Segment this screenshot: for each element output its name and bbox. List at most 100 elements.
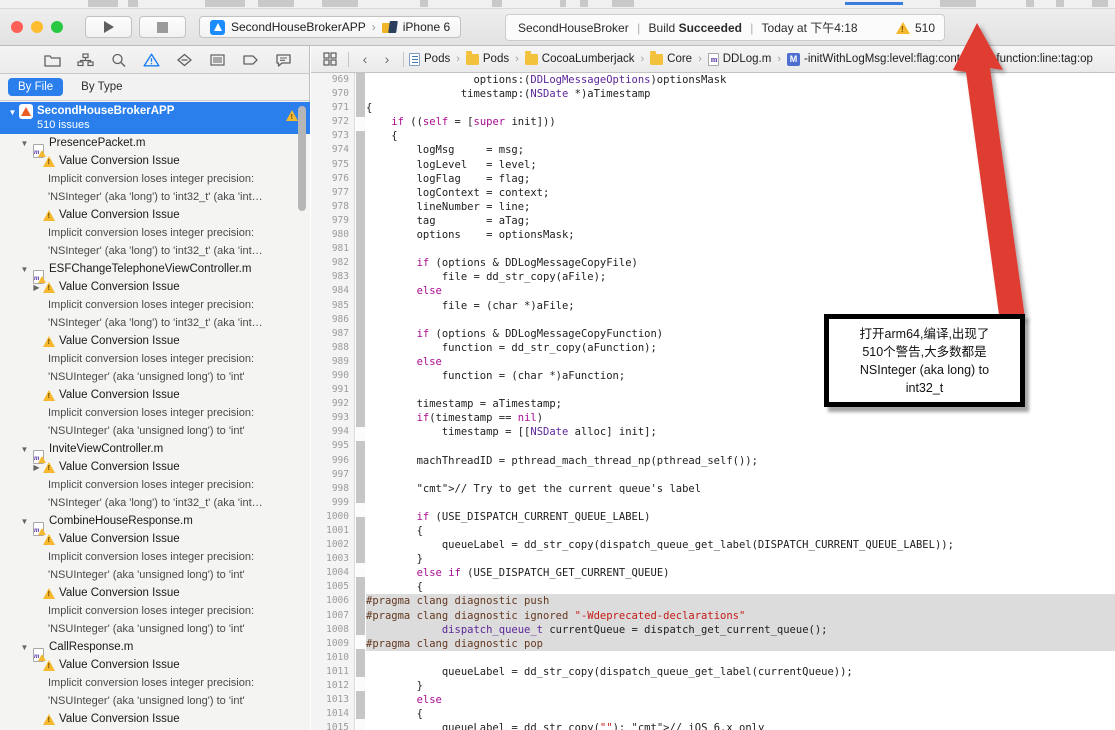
issue-title-label: Value Conversion Issue [59, 659, 180, 671]
related-items-icon[interactable] [317, 52, 343, 66]
warning-icon [43, 588, 55, 599]
tab-by-type[interactable]: By Type [71, 78, 132, 96]
annotation-line: 510个警告,大多数都是 [860, 343, 990, 361]
breakpoint-icon[interactable] [168, 48, 201, 72]
code-line [366, 439, 1115, 453]
app-scheme-icon [210, 20, 225, 35]
code-line: machThreadID = pthread_mach_thread_np(pt… [366, 454, 1115, 468]
issue-file-row[interactable]: mCombineHouseResponse.m [0, 512, 310, 530]
warning-icon[interactable] [135, 48, 168, 72]
issue-row[interactable]: Value Conversion Issue [0, 332, 310, 350]
tab-by-file[interactable]: By File [8, 78, 63, 96]
file-name-label: PresencePacket.m [49, 137, 146, 149]
issue-row[interactable]: Value Conversion Issue [0, 152, 310, 170]
issue-detail-line: Implicit conversion loses integer precis… [0, 296, 310, 314]
issue-row[interactable]: Value Conversion Issue [0, 278, 310, 296]
status-sep-1: | [632, 21, 645, 35]
breadcrumb-separator: › [640, 53, 644, 65]
run-button[interactable] [85, 16, 132, 38]
scheme-separator: › [372, 20, 376, 34]
breadcrumb-label: Core [667, 53, 692, 65]
breadcrumb-item[interactable]: Pods [409, 53, 450, 66]
code-line: queueLabel = dd_str_copy(dispatch_queue_… [366, 665, 1115, 679]
stop-icon [157, 22, 168, 33]
code-line: #pragma clang diagnostic pop [366, 637, 1115, 651]
issue-title-label: Value Conversion Issue [59, 281, 180, 293]
report-icon[interactable] [201, 48, 234, 72]
disclosure-triangle-icon[interactable] [18, 265, 31, 274]
warning-icon [43, 210, 55, 221]
disclosure-triangle-icon[interactable] [18, 517, 31, 526]
device-name: iPhone 6 [403, 20, 450, 34]
navigator-scrollbar[interactable] [298, 106, 306, 211]
issue-file-row[interactable]: mInviteViewController.m [0, 440, 310, 458]
stop-button[interactable] [139, 16, 186, 38]
code-line: { [366, 524, 1115, 538]
issue-detail-line: Implicit conversion loses integer precis… [0, 404, 310, 422]
issue-detail-line: 'NSInteger' (aka 'long') to 'int32_t' (a… [0, 188, 310, 206]
status-project: SecondHouseBroker [518, 21, 629, 35]
issue-file-row[interactable]: mESFChangeTelephoneViewController.m [0, 260, 310, 278]
issue-detail-line: 'NSInteger' (aka 'long') to 'int32_t' (a… [0, 242, 310, 260]
issue-detail-line: Implicit conversion loses integer precis… [0, 674, 310, 692]
breadcrumb-item[interactable]: Pods [466, 53, 509, 65]
status-build-state: Succeeded [679, 21, 742, 35]
code-line: } [366, 552, 1115, 566]
window-controls[interactable] [11, 21, 63, 33]
disclosure-triangle-icon[interactable] [18, 445, 31, 454]
issue-file-row[interactable]: mCallResponse.m [0, 638, 310, 656]
xcode-window: SecondHouseBrokerAPP › iPhone 6 SecondHo… [0, 0, 1115, 730]
warning-icon [43, 390, 55, 401]
issue-root-row[interactable]: SecondHouseBrokerAPP510 issues [0, 102, 310, 134]
navigate-forward-button[interactable]: › [376, 51, 398, 67]
breadcrumb-item[interactable]: CocoaLumberjack [525, 53, 635, 65]
annotation-arrow [930, 18, 1090, 328]
breadcrumb-item[interactable]: DDLog.m [708, 53, 772, 66]
issue-detail-line: Implicit conversion loses integer precis… [0, 170, 310, 188]
scheme-selector[interactable]: SecondHouseBrokerAPP › iPhone 6 [199, 16, 461, 38]
disclosure-triangle-icon[interactable] [18, 643, 31, 652]
method-icon: M [787, 53, 800, 66]
issue-title-label: Value Conversion Issue [59, 461, 180, 473]
issue-row[interactable]: Value Conversion Issue [0, 584, 310, 602]
search-icon[interactable] [102, 48, 135, 72]
issue-title-label: Value Conversion Issue [59, 389, 180, 401]
breadcrumb-label: DDLog.m [723, 53, 772, 65]
issue-detail-line: 'NSUInteger' (aka 'unsigned long') to 'i… [0, 422, 310, 440]
disclosure-triangle-icon[interactable] [6, 104, 19, 117]
folder-icon[interactable] [36, 48, 69, 72]
hierarchy-icon[interactable] [69, 48, 102, 72]
activity-status-bar[interactable]: SecondHouseBroker | Build Succeeded | To… [505, 14, 945, 41]
warning-icon [43, 336, 55, 347]
breadcrumb-separator: › [698, 53, 702, 65]
issue-row[interactable]: Value Conversion Issue [0, 206, 310, 224]
warning-icon [43, 282, 55, 293]
device-icon [382, 21, 397, 34]
zoom-button[interactable] [51, 21, 63, 33]
breadcrumb-label: Pods [424, 53, 450, 65]
navigate-back-button[interactable]: ‹ [354, 51, 376, 67]
issue-row[interactable]: Value Conversion Issue [0, 530, 310, 548]
navigator-pane: By File By Type SecondHouseBrokerAPP510 … [0, 46, 310, 730]
file-name-label: CallResponse.m [49, 641, 133, 653]
disclosure-triangle-icon[interactable] [18, 139, 31, 148]
issue-row[interactable]: Value Conversion Issue [0, 386, 310, 404]
code-line: queueLabel = dd_str_copy(""); "cmt">// i… [366, 721, 1115, 730]
minimize-button[interactable] [31, 21, 43, 33]
issue-detail-line: 'NSInteger' (aka 'long') to 'int32_t' (a… [0, 314, 310, 332]
tag-icon[interactable] [234, 48, 267, 72]
code-line [366, 651, 1115, 665]
breadcrumb-item[interactable]: Core [650, 53, 692, 65]
issue-file-row[interactable]: mPresencePacket.m [0, 134, 310, 152]
close-button[interactable] [11, 21, 23, 33]
issue-row[interactable]: Value Conversion Issue [0, 710, 310, 728]
issue-tree[interactable]: SecondHouseBrokerAPP510 issuesmPresenceP… [0, 102, 310, 730]
code-line: } [366, 679, 1115, 693]
code-line: else [366, 693, 1115, 707]
issue-row[interactable]: Value Conversion Issue [0, 656, 310, 674]
app-icon [19, 104, 33, 119]
issue-row[interactable]: Value Conversion Issue [0, 458, 310, 476]
code-line [366, 468, 1115, 482]
issue-detail-line: 'NSUInteger' (aka 'unsigned long') to 'i… [0, 368, 310, 386]
comment-icon[interactable] [267, 48, 300, 72]
